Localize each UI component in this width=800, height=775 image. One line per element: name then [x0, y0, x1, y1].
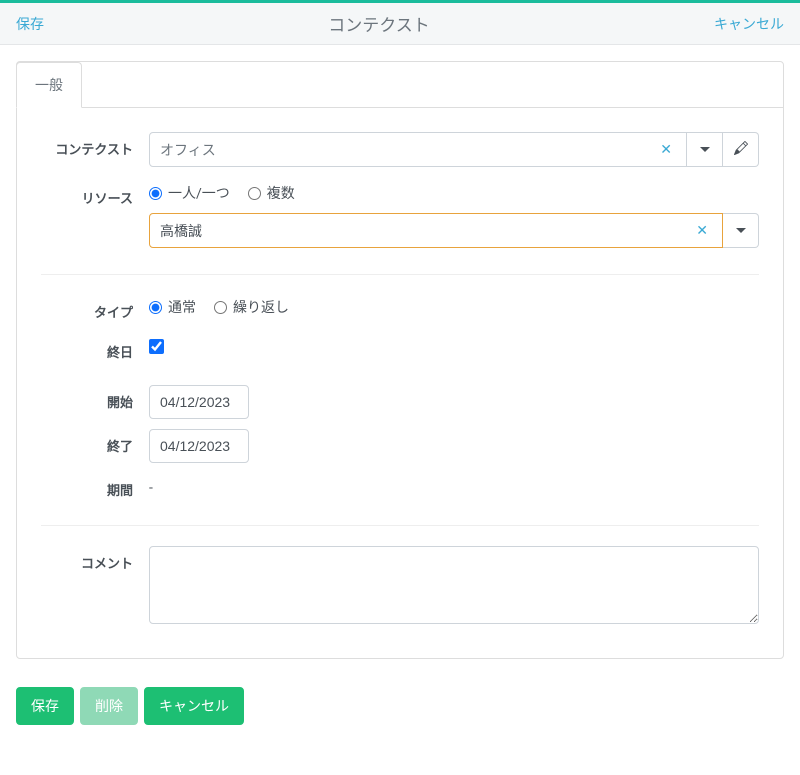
type-radio-normal-input[interactable] [149, 301, 162, 314]
caret-down-icon [736, 228, 746, 233]
type-radio-repeat-input[interactable] [214, 301, 227, 314]
duration-label: 期間 [41, 473, 149, 499]
window-header: 保存 コンテクスト キャンセル [0, 3, 800, 45]
footer-buttons: 保存 削除 キャンセル [16, 659, 784, 725]
form-panel: 一般 コンテクスト オフィス ✕ [16, 61, 784, 659]
resource-value: 高橋誠 [160, 221, 692, 241]
comment-label: コメント [41, 546, 149, 572]
tab-bar: 一般 [17, 61, 783, 108]
resource-radio-single-label: 一人/一つ [168, 183, 230, 203]
type-label: タイプ [41, 295, 149, 321]
resource-mode-radios: 一人/一つ 複数 [149, 181, 759, 203]
end-date-input[interactable] [149, 429, 249, 463]
context-select[interactable]: オフィス ✕ [149, 132, 687, 167]
type-radio-repeat[interactable]: 繰り返し [214, 297, 289, 317]
save-button[interactable]: 保存 [16, 687, 74, 725]
window-title: コンテクスト [328, 11, 430, 36]
section-divider [41, 525, 759, 526]
allday-checkbox[interactable] [149, 339, 164, 354]
resource-select[interactable]: 高橋誠 ✕ [149, 213, 723, 248]
cancel-link[interactable]: キャンセル [714, 14, 784, 34]
caret-down-icon [700, 147, 710, 152]
delete-button[interactable]: 削除 [80, 687, 138, 725]
end-label: 終了 [41, 429, 149, 455]
context-label: コンテクスト [41, 132, 149, 158]
cancel-button[interactable]: キャンセル [144, 687, 244, 725]
allday-label: 終日 [41, 335, 149, 361]
context-clear-icon[interactable]: ✕ [656, 142, 676, 158]
type-radio-normal[interactable]: 通常 [149, 297, 196, 317]
start-date-input[interactable] [149, 385, 249, 419]
type-radios: 通常 繰り返し [149, 295, 289, 317]
resource-radio-multiple-input[interactable] [248, 187, 261, 200]
type-radio-normal-label: 通常 [168, 297, 196, 317]
save-link[interactable]: 保存 [16, 14, 44, 34]
context-edit-button[interactable] [723, 132, 759, 167]
resource-radio-multiple-label: 複数 [267, 183, 295, 203]
resource-label: リソース [41, 181, 149, 207]
duration-value: - [149, 473, 153, 496]
type-radio-repeat-label: 繰り返し [233, 297, 289, 317]
context-dropdown-button[interactable] [687, 132, 723, 167]
resource-radio-multiple[interactable]: 複数 [248, 183, 295, 203]
resource-radio-single-input[interactable] [149, 187, 162, 200]
start-label: 開始 [41, 385, 149, 411]
resource-radio-single[interactable]: 一人/一つ [149, 183, 230, 203]
section-divider [41, 274, 759, 275]
tab-general[interactable]: 一般 [16, 62, 82, 108]
edit-icon [734, 141, 748, 159]
resource-dropdown-button[interactable] [723, 213, 759, 248]
resource-clear-icon[interactable]: ✕ [692, 223, 712, 239]
context-value: オフィス [160, 140, 656, 160]
comment-textarea[interactable] [149, 546, 759, 624]
